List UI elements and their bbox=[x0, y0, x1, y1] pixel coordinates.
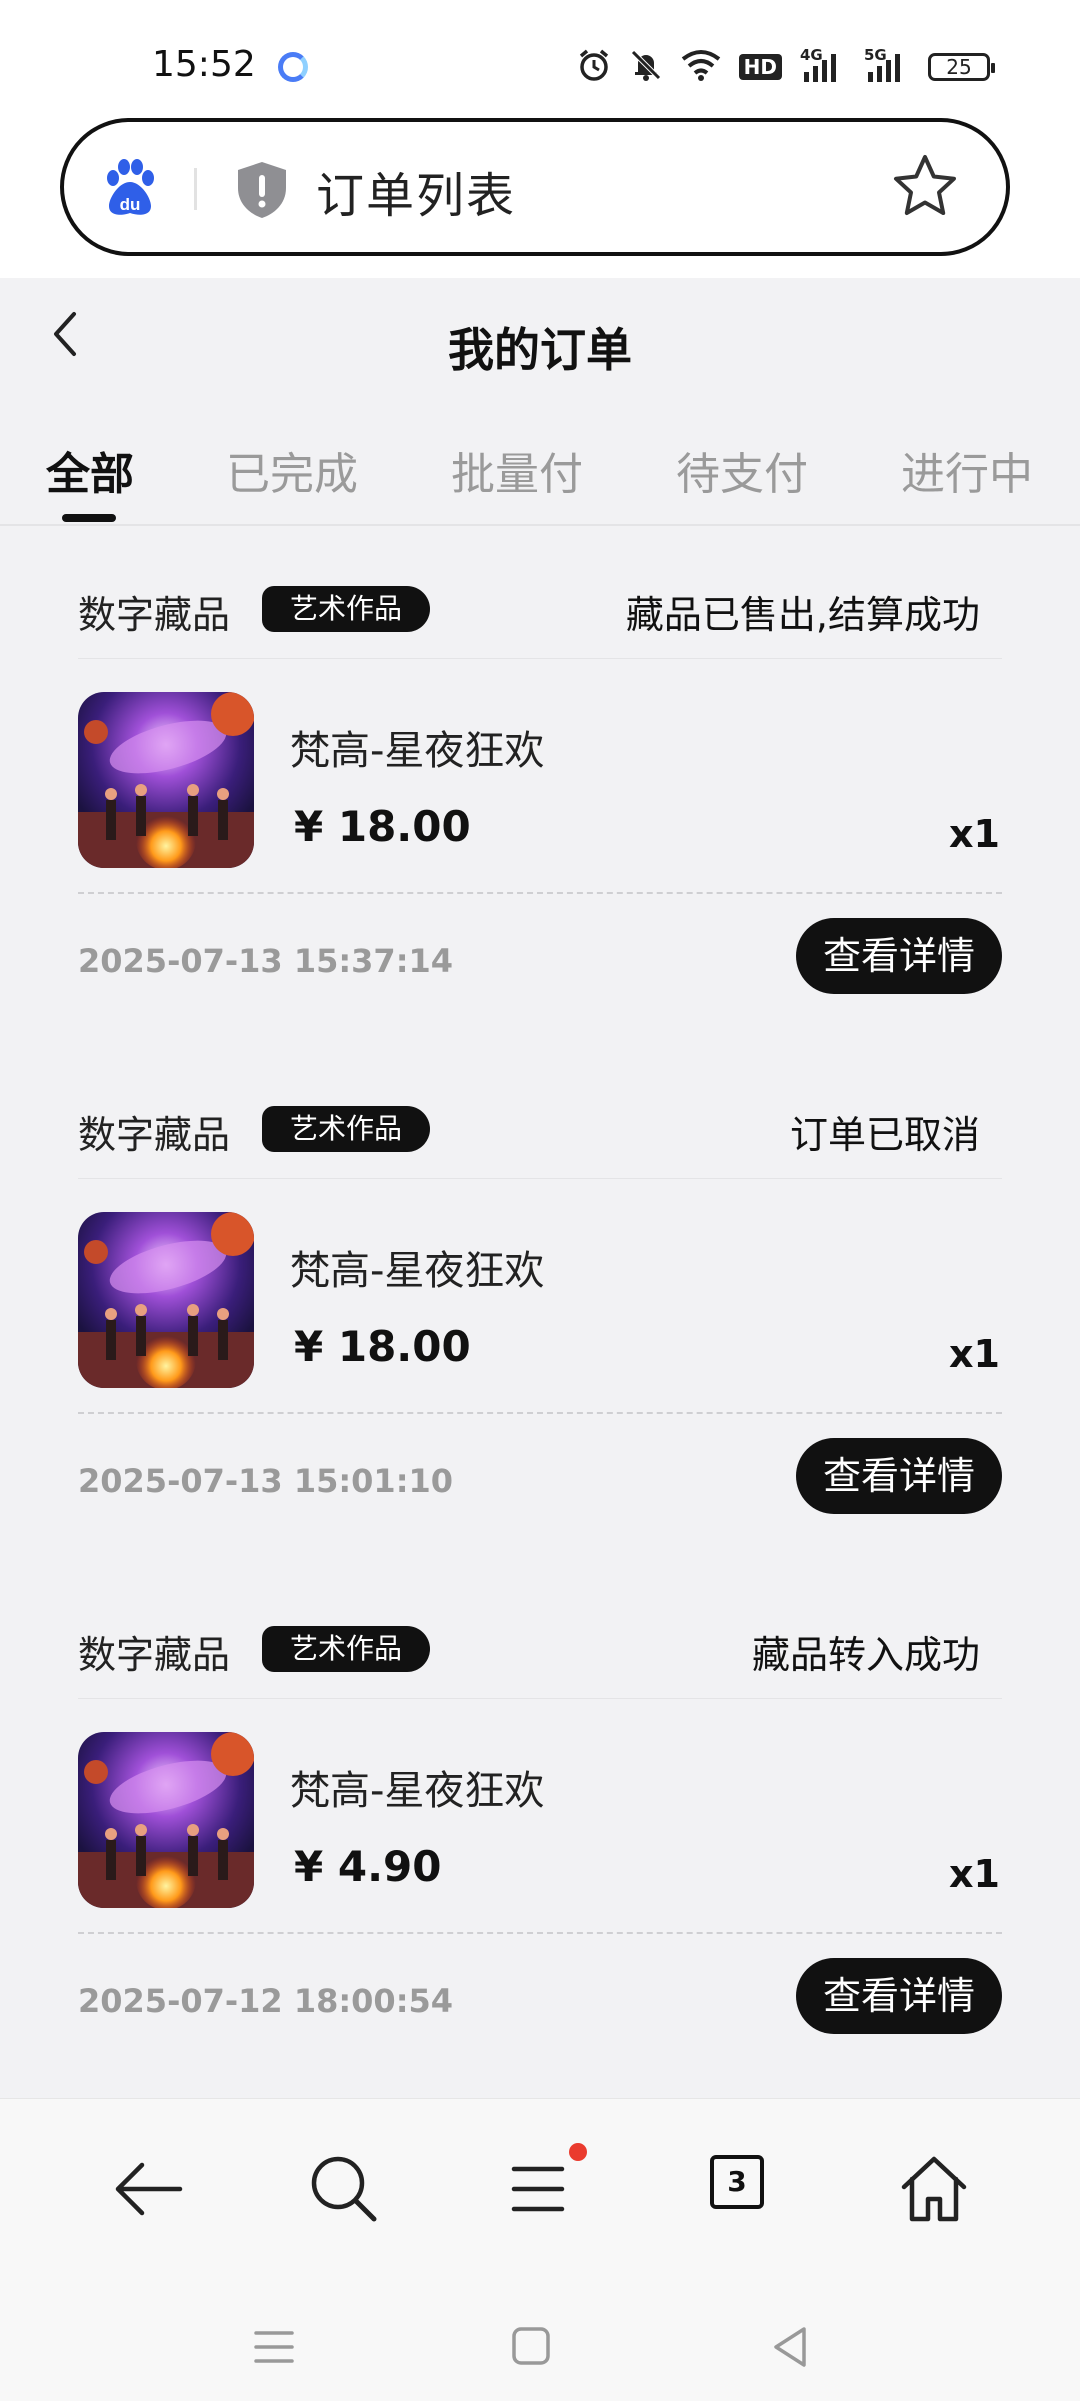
notification-dot bbox=[569, 2143, 587, 2161]
order-badge: 艺术作品 bbox=[262, 1626, 431, 1672]
order-status: 藏品转入成功 bbox=[751, 1633, 980, 1677]
order-divider bbox=[78, 1698, 1002, 1699]
page-title: 我的订单 bbox=[448, 323, 632, 377]
product-name: 梵高-星夜狂欢 bbox=[290, 728, 545, 774]
product-quantity: x1 bbox=[949, 1852, 1000, 1896]
order-badge: 艺术作品 bbox=[262, 1106, 431, 1152]
tab-batch-pay[interactable]: 批量付 bbox=[451, 438, 583, 502]
system-recents-icon[interactable] bbox=[246, 2319, 302, 2375]
mute-icon bbox=[629, 48, 663, 86]
view-details-button[interactable]: 查看详情 bbox=[796, 918, 1002, 994]
status-bar: 15:52 HD 4G 5G 25 bbox=[0, 0, 1080, 120]
product-quantity: x1 bbox=[949, 812, 1000, 856]
order-card: 数字藏品 艺术作品 订单已取消 梵高-星夜狂欢 ¥ 18.00 x1 2025-… bbox=[78, 1104, 1002, 1574]
order-badge: 艺术作品 bbox=[262, 586, 431, 632]
search-icon[interactable] bbox=[302, 2147, 386, 2231]
tab-in-progress[interactable]: 进行中 bbox=[901, 438, 1033, 502]
status-time: 15:52 bbox=[152, 44, 256, 85]
system-back-icon[interactable] bbox=[764, 2319, 820, 2375]
order-category: 数字藏品 bbox=[78, 593, 231, 637]
signal-4g-icon: 4G bbox=[800, 46, 846, 84]
alarm-icon bbox=[577, 48, 611, 86]
order-dashed-divider bbox=[78, 1412, 1002, 1414]
product-price: ¥ 4.90 bbox=[294, 1842, 442, 1891]
order-tabs: 全部 已完成 批量付 待支付 进行中 bbox=[0, 438, 1080, 528]
order-card: 数字藏品 艺术作品 藏品转入成功 梵高-星夜狂欢 ¥ 4.90 x1 2025-… bbox=[78, 1624, 1002, 2094]
tab-pending-payment[interactable]: 待支付 bbox=[676, 438, 808, 502]
view-details-button[interactable]: 查看详情 bbox=[796, 1438, 1002, 1514]
tab-completed[interactable]: 已完成 bbox=[226, 438, 358, 502]
product-name: 梵高-星夜狂欢 bbox=[290, 1768, 545, 1814]
active-tab-indicator bbox=[62, 514, 116, 522]
header-divider bbox=[0, 524, 1080, 526]
order-time: 2025-07-13 15:37:14 bbox=[78, 942, 454, 980]
page-header: 我的订单 全部 已完成 批量付 待支付 进行中 bbox=[0, 278, 1080, 528]
order-category: 数字藏品 bbox=[78, 1113, 231, 1157]
product-thumbnail[interactable] bbox=[78, 1212, 254, 1388]
product-quantity: x1 bbox=[949, 1332, 1000, 1376]
address-bar[interactable]: du 订单列表 bbox=[60, 118, 1010, 256]
svg-text:du: du bbox=[120, 195, 141, 214]
tabs-icon[interactable]: 3 bbox=[710, 2155, 764, 2209]
browser-bottom-nav: 3 bbox=[0, 2098, 1080, 2401]
tab-all[interactable]: 全部 bbox=[46, 438, 134, 502]
order-status: 订单已取消 bbox=[789, 1113, 980, 1157]
order-time: 2025-07-12 18:00:54 bbox=[78, 1982, 454, 2020]
battery-icon: 25 bbox=[928, 53, 995, 81]
system-home-icon[interactable] bbox=[504, 2319, 560, 2375]
wifi-icon bbox=[681, 49, 721, 85]
baidu-icon[interactable]: du bbox=[99, 158, 161, 220]
view-details-button[interactable]: 查看详情 bbox=[796, 1958, 1002, 2034]
browser-notification-icon bbox=[278, 52, 308, 82]
order-divider bbox=[78, 658, 1002, 659]
star-icon[interactable] bbox=[890, 152, 960, 222]
order-time: 2025-07-13 15:01:10 bbox=[78, 1462, 454, 1500]
back-arrow-icon[interactable] bbox=[106, 2147, 190, 2231]
hd-icon: HD bbox=[738, 54, 782, 80]
product-thumbnail[interactable] bbox=[78, 1732, 254, 1908]
menu-icon[interactable] bbox=[496, 2147, 580, 2231]
address-divider bbox=[194, 168, 197, 210]
home-icon[interactable] bbox=[892, 2147, 976, 2231]
order-dashed-divider bbox=[78, 1932, 1002, 1934]
shield-icon[interactable] bbox=[234, 160, 290, 220]
address-title[interactable]: 订单列表 bbox=[316, 156, 516, 226]
status-icons: HD 4G 5G 25 bbox=[577, 46, 995, 86]
order-dashed-divider bbox=[78, 892, 1002, 894]
order-divider bbox=[78, 1178, 1002, 1179]
signal-5g-icon: 5G bbox=[864, 46, 910, 84]
order-card: 数字藏品 艺术作品 藏品已售出,结算成功 梵高-星夜狂欢 ¥ 18.00 x1 … bbox=[78, 584, 1002, 1054]
order-status: 藏品已售出,结算成功 bbox=[625, 593, 980, 637]
product-price: ¥ 18.00 bbox=[294, 802, 471, 851]
product-thumbnail[interactable] bbox=[78, 692, 254, 868]
product-price: ¥ 18.00 bbox=[294, 1322, 471, 1371]
order-category: 数字藏品 bbox=[78, 1633, 231, 1677]
product-name: 梵高-星夜狂欢 bbox=[290, 1248, 545, 1294]
